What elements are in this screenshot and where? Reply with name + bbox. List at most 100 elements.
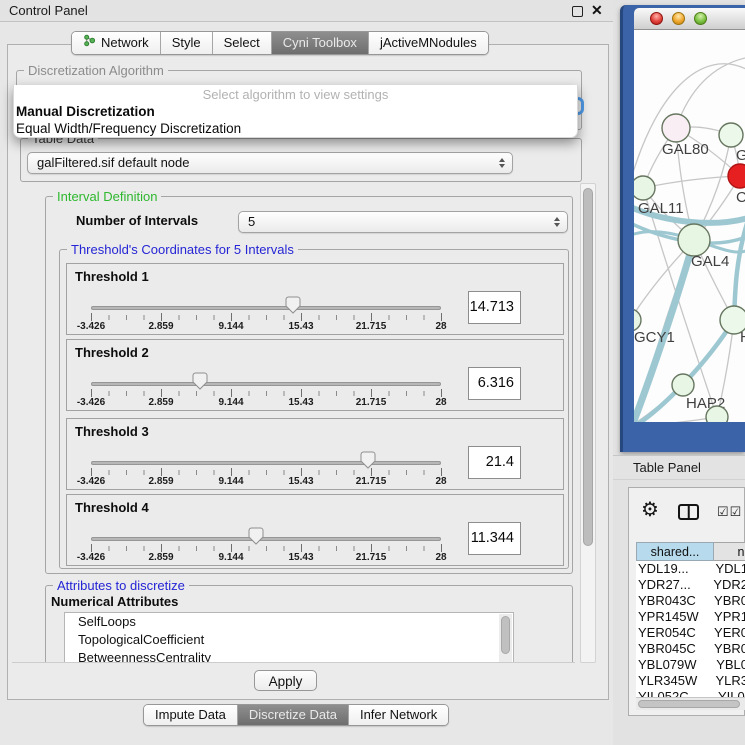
- slider-ticks-major: [91, 468, 443, 476]
- network-edge[interactable]: [643, 176, 740, 188]
- network-canvas-svg: GAL80GACGAL11GAL4GCY1HHAP2: [634, 30, 745, 422]
- num-intervals-combo[interactable]: 5: [238, 211, 568, 233]
- dropdown-option-equal-width[interactable]: Equal Width/Frequency Discretization: [14, 120, 577, 137]
- table-row[interactable]: YBL079WYBL0: [636, 657, 745, 673]
- table-data-group: Table Data galFiltered.sif default node: [20, 138, 582, 182]
- threshold-label: Threshold 2: [75, 345, 149, 360]
- scrollbar-thumb[interactable]: [638, 700, 740, 708]
- slider-thumb[interactable]: [285, 296, 301, 314]
- close-traffic-light[interactable]: [650, 12, 663, 25]
- scrollbar-thumb[interactable]: [583, 188, 593, 546]
- list-item[interactable]: BetweennessCentrality: [65, 649, 513, 663]
- slider-ticks-major: [91, 544, 443, 552]
- tick-label: 28: [435, 552, 446, 563]
- table-hscrollbar[interactable]: [636, 697, 745, 710]
- network-node[interactable]: [634, 176, 655, 200]
- table-row[interactable]: YER054CYER0: [636, 625, 745, 641]
- threshold-value-field[interactable]: 21.4: [468, 446, 521, 479]
- tab-discretize-data[interactable]: Discretize Data: [237, 705, 348, 725]
- network-canvas[interactable]: GAL80GACGAL11GAL4GCY1HHAP2: [634, 30, 745, 422]
- threshold-3-panel: Threshold 3 -3.4262.8599.14415.4321.7152…: [66, 418, 564, 490]
- threshold-value-field[interactable]: 11.344: [468, 522, 521, 555]
- network-node[interactable]: [672, 374, 694, 396]
- apply-button[interactable]: Apply: [254, 670, 317, 691]
- table-panel-titlebar[interactable]: Table Panel: [613, 455, 745, 480]
- tab-select[interactable]: Select: [212, 32, 271, 54]
- thresholds-group: Threshold's Coordinates for 5 Intervals …: [59, 249, 569, 569]
- tick-label: 9.144: [218, 552, 243, 563]
- tick-label: 2.859: [148, 397, 173, 408]
- tab-style[interactable]: Style: [160, 32, 212, 54]
- slider-track[interactable]: [91, 537, 441, 541]
- table-row[interactable]: YBR045CYBR0: [636, 641, 745, 657]
- tab-label: jActiveMNodules: [380, 32, 477, 54]
- tab-impute-data[interactable]: Impute Data: [144, 705, 237, 725]
- tick-label: 2.859: [148, 476, 173, 487]
- tab-label: Impute Data: [155, 705, 226, 725]
- tick-label: 15.43: [288, 397, 313, 408]
- table-data-combo[interactable]: galFiltered.sif default node: [27, 152, 513, 174]
- control-panel-tabbar: Network Style Select Cyni Toolbox jActiv…: [71, 31, 489, 55]
- network-node[interactable]: [662, 114, 690, 142]
- zoom-traffic-light[interactable]: [694, 12, 707, 25]
- dropdown-option-manual[interactable]: Manual Discretization: [14, 103, 577, 120]
- table-row[interactable]: YBR043CYBR0: [636, 593, 745, 609]
- table-row[interactable]: YDL19...YDL1: [636, 561, 745, 577]
- attributes-group: Attributes to discretize Numerical Attri…: [45, 585, 573, 663]
- tick-label: 15.43: [288, 321, 313, 332]
- network-node-label: GCY1: [634, 329, 675, 346]
- table-row[interactable]: YDR27...YDR2: [636, 577, 745, 593]
- slider-thumb[interactable]: [360, 451, 376, 469]
- threshold-label: Threshold 3: [75, 424, 149, 439]
- slider-track[interactable]: [91, 382, 441, 386]
- column-header-shared-name[interactable]: shared...: [636, 542, 714, 561]
- attributes-group-title: Attributes to discretize: [53, 578, 189, 593]
- list-item[interactable]: TopologicalCoefficient: [65, 631, 513, 649]
- network-node[interactable]: [706, 406, 728, 422]
- tick-label: 2.859: [148, 552, 173, 563]
- tab-cyni-toolbox[interactable]: Cyni Toolbox: [271, 32, 368, 54]
- network-node-label: H: [740, 329, 745, 346]
- slider-track[interactable]: [91, 306, 441, 310]
- table-row[interactable]: YIL052CYIL0: [636, 689, 745, 697]
- minimize-traffic-light[interactable]: [672, 12, 685, 25]
- split-columns-icon[interactable]: [678, 504, 699, 520]
- network-edge[interactable]: [734, 220, 745, 320]
- float-window-icon[interactable]: [572, 6, 583, 17]
- tab-label: Cyni Toolbox: [283, 32, 357, 54]
- slider-thumb[interactable]: [248, 527, 264, 545]
- tick-label: -3.426: [77, 476, 105, 487]
- network-node[interactable]: [728, 164, 745, 188]
- network-icon: [83, 32, 96, 54]
- network-window-titlebar[interactable]: [634, 8, 745, 30]
- network-view-window: GAL80GACGAL11GAL4GCY1HHAP2: [620, 5, 745, 452]
- tab-label: Infer Network: [360, 705, 437, 725]
- tab-jactivemnodules[interactable]: jActiveMNodules: [368, 32, 488, 54]
- settings-scrollbar[interactable]: [580, 183, 596, 663]
- table-panel-title: Table Panel: [633, 460, 701, 475]
- close-icon[interactable]: ✕: [591, 2, 603, 19]
- column-header-name[interactable]: na: [714, 542, 745, 561]
- table-row[interactable]: YLR345WYLR3: [636, 673, 745, 689]
- network-edge[interactable]: [676, 58, 745, 128]
- tick-label: -3.426: [77, 397, 105, 408]
- network-node[interactable]: [719, 123, 743, 147]
- slider-track[interactable]: [91, 461, 441, 465]
- attributes-list-scrollbar[interactable]: [499, 614, 512, 663]
- threshold-value-field[interactable]: 6.316: [468, 367, 521, 400]
- gear-icon[interactable]: ⚙: [641, 497, 659, 522]
- combo-arrows-icon: [499, 158, 505, 168]
- network-node[interactable]: [678, 224, 710, 256]
- interval-definition-group: Interval Definition Number of Intervals …: [45, 196, 573, 574]
- tab-infer-network[interactable]: Infer Network: [348, 705, 448, 725]
- network-node[interactable]: [634, 309, 641, 331]
- control-panel-titlebar[interactable]: Control Panel ✕: [0, 0, 613, 22]
- table-row[interactable]: YPR145WYPR1: [636, 609, 745, 625]
- combo-arrows-icon: [554, 217, 560, 227]
- list-item[interactable]: SelfLoops: [65, 613, 513, 631]
- network-node-label: GAL80: [662, 141, 709, 158]
- threshold-value-field[interactable]: 14.713: [468, 291, 521, 324]
- select-columns-icon[interactable]: ☑☑: [717, 504, 742, 520]
- tab-network[interactable]: Network: [72, 32, 160, 54]
- slider-thumb[interactable]: [192, 372, 208, 390]
